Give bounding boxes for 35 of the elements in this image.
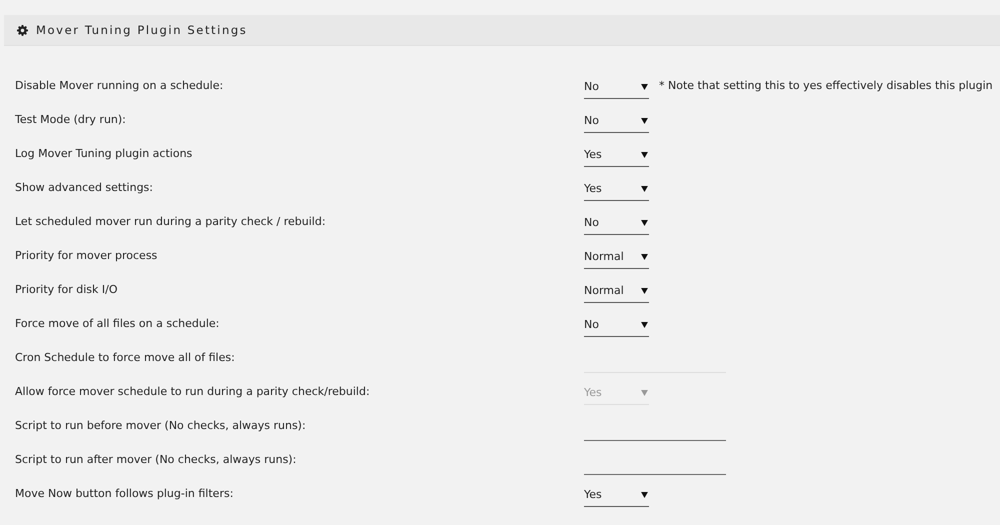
dropdown[interactable]: No xyxy=(584,109,649,133)
caret-icon xyxy=(641,254,648,260)
setting-label: Move Now button follows plug-in filters: xyxy=(14,486,234,500)
setting-label: Priority for disk I/O xyxy=(14,282,119,296)
caret-icon xyxy=(641,288,648,294)
dropdown[interactable]: No xyxy=(584,313,649,337)
caret-icon xyxy=(641,84,648,90)
setting-label: Force move of all files on a schedule: xyxy=(14,316,220,330)
setting-label: Priority for mover process xyxy=(14,248,158,262)
dropdown[interactable]: No xyxy=(584,211,649,235)
section-title: Mover Tuning Plugin Settings xyxy=(36,23,248,37)
dropdown[interactable]: Yes xyxy=(584,483,649,507)
setting-label: Log Mover Tuning plugin actions xyxy=(14,146,194,160)
caret-icon xyxy=(641,186,648,192)
setting-label: Allow force mover schedule to run during a parity check/rebuild: xyxy=(14,384,371,398)
setting-label: Cron Schedule to force move all of files: xyxy=(14,350,236,364)
caret-icon xyxy=(641,492,648,498)
setting-label: Let scheduled mover run during a parity check / rebuild: xyxy=(14,214,327,228)
setting-label: Disable Mover running on a schedule: xyxy=(14,78,224,92)
caret-icon xyxy=(641,322,648,328)
dropdown[interactable]: Normal xyxy=(584,245,649,269)
dropdown[interactable]: Yes xyxy=(584,177,649,201)
dropdown[interactable]: Yes xyxy=(584,143,649,167)
caret-icon xyxy=(641,118,648,124)
settings-icon xyxy=(17,24,28,36)
setting-label: Script to run after mover (No checks, always runs): xyxy=(14,452,298,466)
setting-label: Script to run before mover (No checks, always runs): xyxy=(14,418,307,432)
setting-label: Test Mode (dry run): xyxy=(14,112,127,126)
dropdown[interactable]: No xyxy=(584,75,649,99)
caret-icon xyxy=(641,152,648,158)
setting-label: Show advanced settings: xyxy=(14,180,154,194)
dropdown[interactable]: Normal xyxy=(584,279,649,303)
caret-icon xyxy=(641,390,648,396)
note-text: * Note that setting this to yes effectively disables this plugin xyxy=(659,78,993,92)
caret-icon xyxy=(641,220,648,226)
